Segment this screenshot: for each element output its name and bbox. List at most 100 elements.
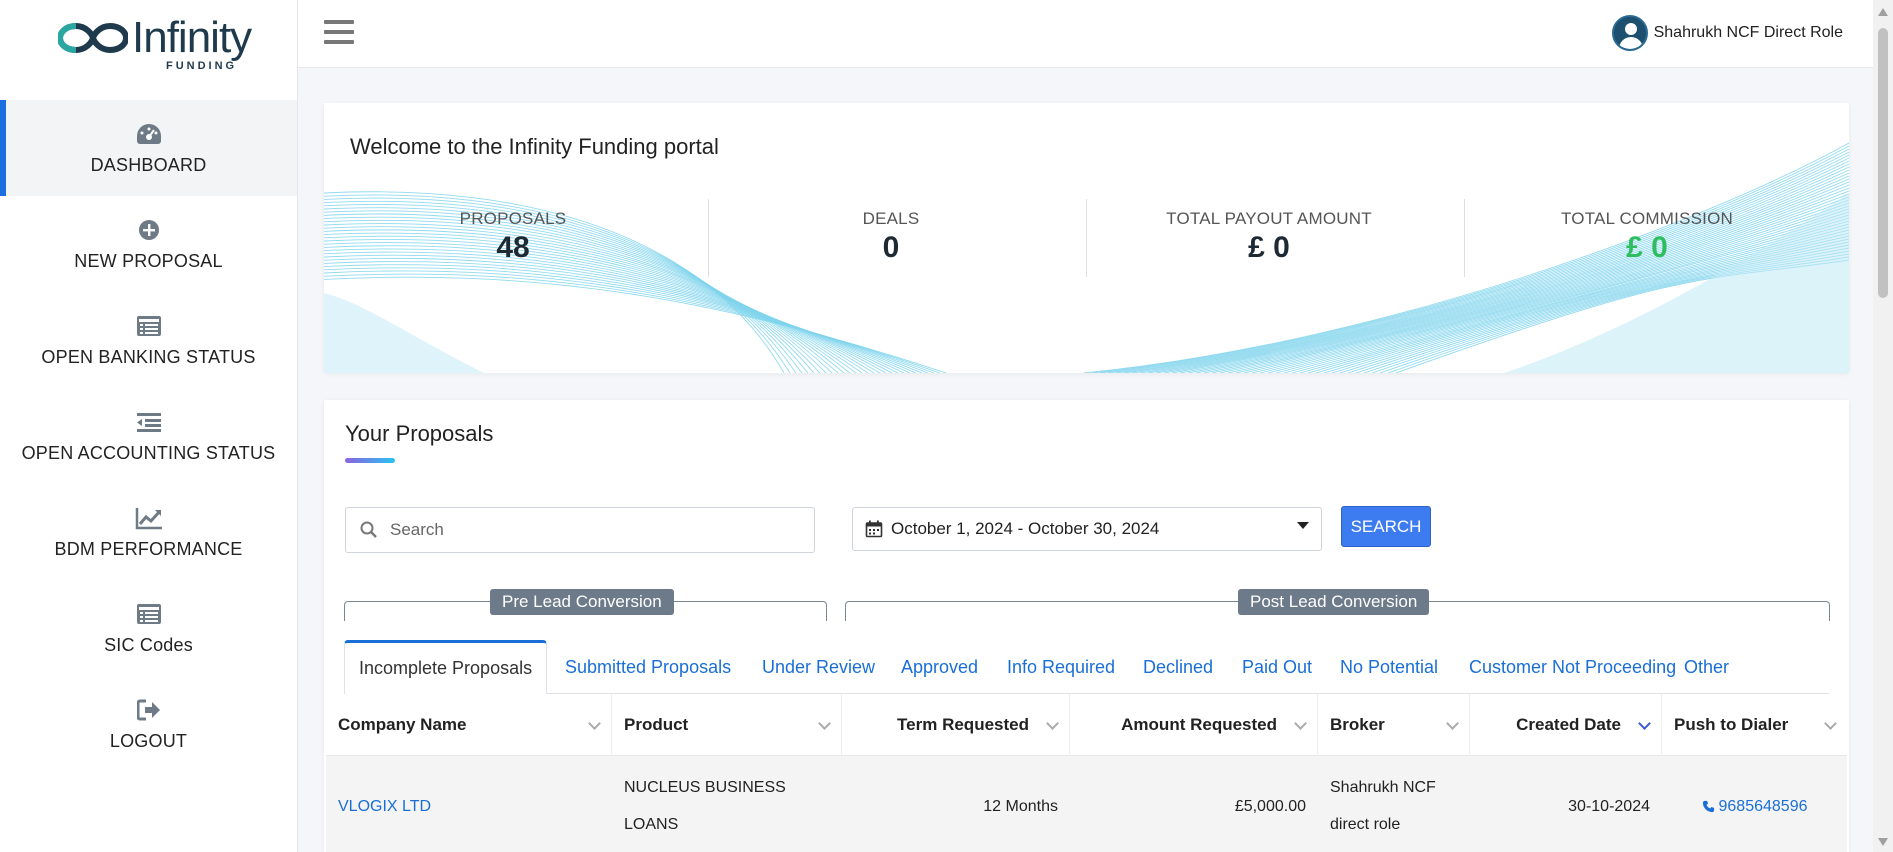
status-tabs: Incomplete Proposals Submitted Proposals… bbox=[344, 640, 1829, 695]
dialer-link[interactable]: 9685648596 bbox=[1702, 788, 1808, 825]
post-lead-conversion-label: Post Lead Conversion bbox=[1238, 589, 1430, 615]
search-input[interactable] bbox=[390, 520, 790, 540]
date-range-picker[interactable]: October 1, 2024 - October 30, 2024 bbox=[852, 507, 1322, 551]
column-created-date[interactable]: Created Date bbox=[1470, 694, 1662, 756]
search-icon bbox=[360, 521, 377, 538]
sidebar-item-label: NEW PROPOSAL bbox=[74, 250, 223, 271]
proposals-table: Company Name Product Term Requested Amou… bbox=[326, 694, 1847, 852]
stat-total-payout: TOTAL PAYOUT AMOUNT £ 0 bbox=[1080, 209, 1458, 265]
stat-value: 0 bbox=[882, 231, 900, 264]
sidebar-item-dashboard[interactable]: DASHBOARD bbox=[0, 100, 297, 196]
tab-customer-not-proceeding[interactable]: Customer Not Proceeding bbox=[1469, 640, 1676, 694]
scroll-thumb[interactable] bbox=[1878, 28, 1888, 298]
tab-under-review[interactable]: Under Review bbox=[762, 640, 875, 694]
sidebar-item-bdm-performance[interactable]: BDM PERFORMANCE bbox=[0, 484, 297, 580]
stat-total-commission: TOTAL COMMISSION £ 0 bbox=[1458, 209, 1836, 265]
sidebar-item-label: OPEN ACCOUNTING STATUS bbox=[21, 442, 276, 463]
column-label: Term Requested bbox=[897, 715, 1029, 734]
user-menu[interactable]: Shahrukh NCF Direct Role bbox=[1611, 15, 1843, 51]
cell-push-to-dialer: 9685648596 bbox=[1662, 756, 1847, 852]
column-broker[interactable]: Broker bbox=[1318, 694, 1470, 756]
column-company-name[interactable]: Company Name bbox=[326, 694, 612, 756]
tab-submitted-proposals[interactable]: Submitted Proposals bbox=[565, 640, 731, 694]
page-scrollbar[interactable] bbox=[1873, 0, 1893, 852]
column-term-requested[interactable]: Term Requested bbox=[842, 694, 1070, 756]
pre-lead-conversion-label: Pre Lead Conversion bbox=[490, 589, 674, 615]
sidebar-item-sic-codes[interactable]: SIC Codes bbox=[0, 580, 297, 676]
sidebar-nav: DASHBOARD NEW PROPOSAL OPEN BANKING STAT… bbox=[0, 100, 297, 772]
tab-info-required[interactable]: Info Required bbox=[1007, 640, 1115, 694]
company-link[interactable]: VLOGIX LTD bbox=[338, 788, 431, 825]
user-name: Shahrukh NCF Direct Role bbox=[1653, 24, 1843, 41]
cell-created-date: 30-10-2024 bbox=[1568, 797, 1650, 815]
sidebar-item-logout[interactable]: LOGOUT bbox=[0, 676, 297, 772]
table-header: Company Name Product Term Requested Amou… bbox=[326, 694, 1847, 756]
chevron-down-icon bbox=[1046, 717, 1059, 730]
dialer-phone-number: 9685648596 bbox=[1718, 797, 1808, 815]
chevron-down-icon bbox=[1446, 717, 1459, 730]
logo-subtext: FUNDING bbox=[166, 60, 238, 72]
column-label: Company Name bbox=[338, 715, 467, 734]
cell-broker: Shahrukh NCF direct role bbox=[1330, 779, 1436, 833]
search-button[interactable]: SEARCH bbox=[1341, 506, 1431, 547]
calendar-icon bbox=[865, 520, 883, 538]
infinity-logo-icon bbox=[58, 22, 128, 54]
welcome-card: Welcome to the Infinity Funding portal P… bbox=[324, 103, 1849, 373]
column-label: Amount Requested bbox=[1121, 715, 1277, 734]
hamburger-menu-icon[interactable] bbox=[324, 20, 354, 46]
stat-value: £ 0 bbox=[1626, 231, 1668, 264]
column-amount-requested[interactable]: Amount Requested bbox=[1070, 694, 1318, 756]
search-field[interactable] bbox=[345, 507, 815, 553]
cell-term: 12 Months bbox=[983, 797, 1058, 815]
stat-label: TOTAL COMMISSION bbox=[1561, 209, 1733, 228]
list-card-icon bbox=[135, 601, 163, 627]
stat-deals: DEALS 0 bbox=[702, 209, 1080, 265]
chevron-down-icon bbox=[588, 717, 601, 730]
stat-label: DEALS bbox=[862, 209, 920, 228]
logo-wordmark: Infinity bbox=[132, 13, 252, 62]
phone-icon bbox=[1702, 800, 1714, 812]
scroll-down-arrow-icon[interactable] bbox=[1878, 838, 1888, 846]
plus-circle-icon bbox=[135, 217, 163, 243]
sidebar-item-open-accounting-status[interactable]: OPEN ACCOUNTING STATUS bbox=[0, 388, 297, 484]
table-row: VLOGIX LTD NUCLEUS BUSINESS LOANS 12 Mon… bbox=[326, 756, 1847, 852]
date-range-value: October 1, 2024 - October 30, 2024 bbox=[891, 519, 1160, 538]
sidebar-item-open-banking-status[interactable]: OPEN BANKING STATUS bbox=[0, 292, 297, 388]
column-label: Product bbox=[624, 715, 689, 734]
stat-label: PROPOSALS bbox=[459, 209, 567, 228]
logout-icon bbox=[135, 697, 163, 723]
tab-paid-out[interactable]: Paid Out bbox=[1242, 640, 1312, 694]
stat-value: £ 0 bbox=[1248, 231, 1290, 264]
tab-declined[interactable]: Declined bbox=[1143, 640, 1213, 694]
avatar bbox=[1611, 15, 1648, 51]
column-label: Created Date bbox=[1516, 715, 1621, 734]
sidebar-item-label: DASHBOARD bbox=[90, 154, 207, 175]
sort-descending-icon bbox=[1638, 717, 1651, 730]
cell-product: NUCLEUS BUSINESS LOANS bbox=[624, 779, 786, 833]
caret-down-icon bbox=[1297, 522, 1309, 529]
column-push-to-dialer[interactable]: Push to Dialer bbox=[1662, 694, 1847, 756]
tab-incomplete-proposals[interactable]: Incomplete Proposals bbox=[344, 640, 548, 695]
proposals-card: Your Proposals October 1, 2024 - October… bbox=[324, 400, 1849, 852]
chevron-down-icon bbox=[1294, 717, 1307, 730]
sidebar-item-new-proposal[interactable]: NEW PROPOSAL bbox=[0, 196, 297, 292]
infinity-funding-logo[interactable]: Infinity FUNDING bbox=[58, 14, 252, 74]
indent-list-icon bbox=[135, 409, 163, 435]
proposals-title: Your Proposals bbox=[345, 421, 494, 446]
title-underline bbox=[345, 458, 395, 463]
column-product[interactable]: Product bbox=[612, 694, 842, 756]
cell-company: VLOGIX LTD bbox=[326, 756, 612, 852]
tab-approved[interactable]: Approved bbox=[901, 640, 978, 694]
tab-other[interactable]: Other bbox=[1684, 640, 1729, 694]
tab-no-potential[interactable]: No Potential bbox=[1340, 640, 1438, 694]
sidebar-item-label: SIC Codes bbox=[104, 634, 193, 655]
chevron-down-icon bbox=[818, 717, 831, 730]
welcome-title: Welcome to the Infinity Funding portal bbox=[350, 134, 719, 159]
sidebar: Infinity FUNDING DASHBOARD NEW PROPOSAL … bbox=[0, 0, 298, 852]
column-label: Broker bbox=[1330, 715, 1385, 734]
column-label: Push to Dialer bbox=[1674, 715, 1789, 734]
scroll-up-arrow-icon[interactable] bbox=[1878, 8, 1888, 16]
sidebar-item-label: BDM PERFORMANCE bbox=[54, 538, 243, 559]
dashboard-icon bbox=[135, 121, 163, 147]
stat-proposals: PROPOSALS 48 bbox=[324, 209, 702, 265]
